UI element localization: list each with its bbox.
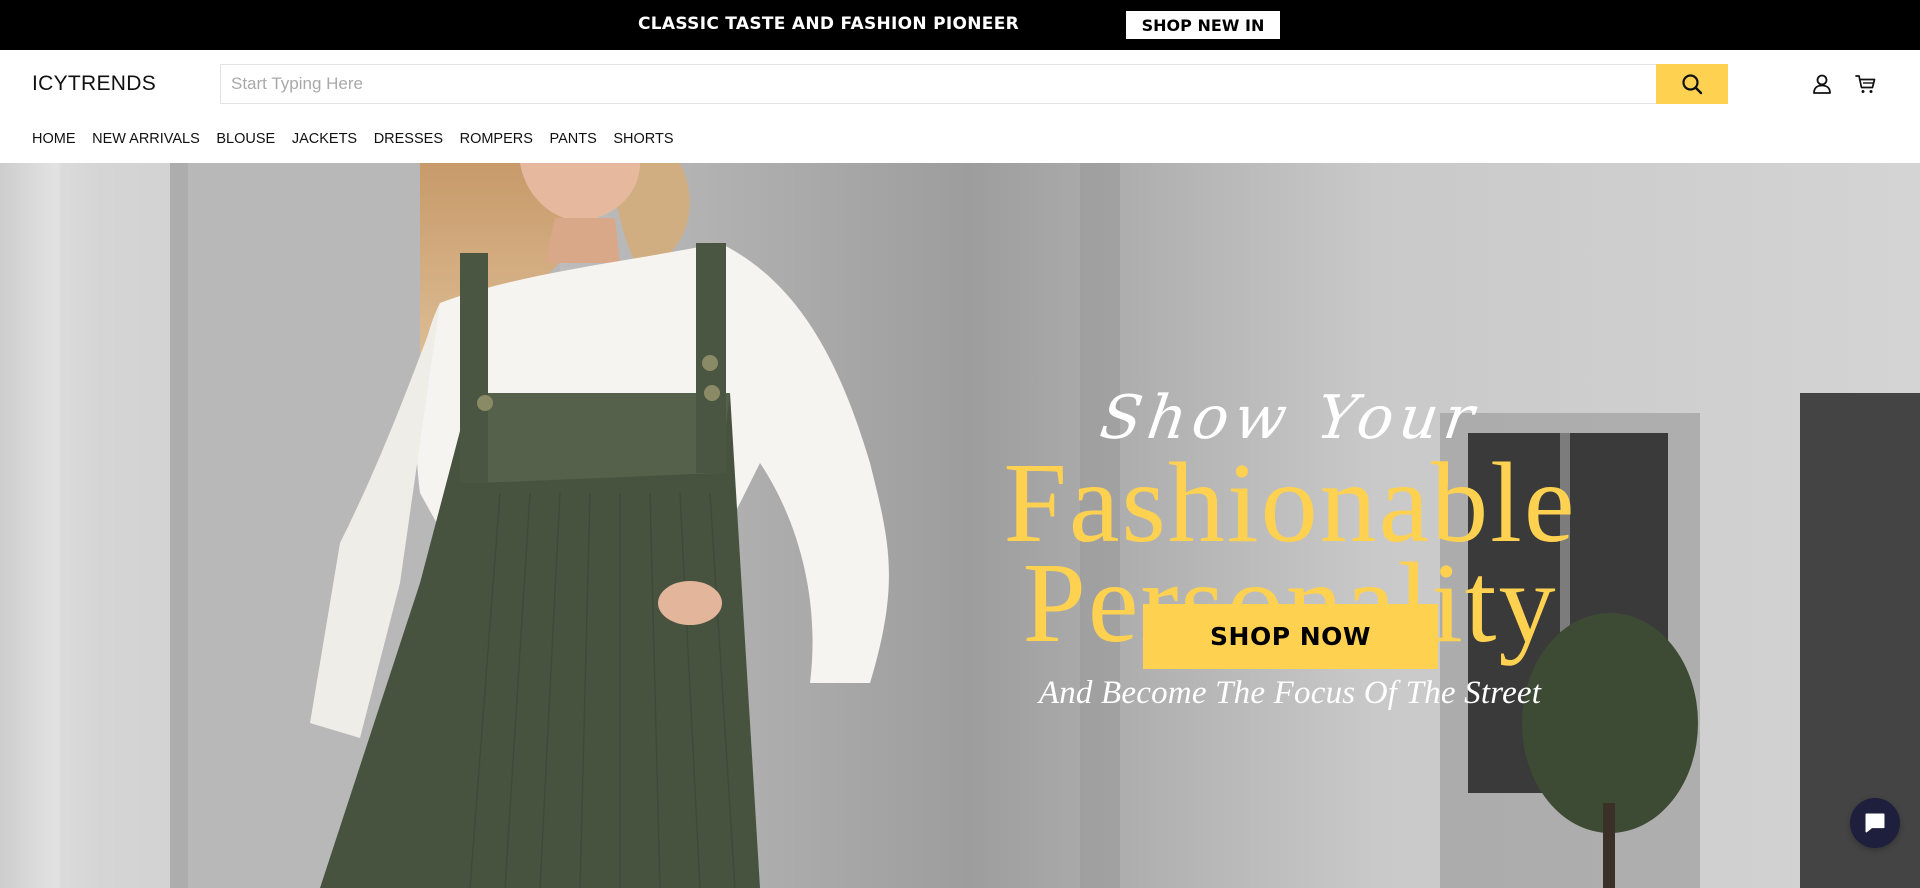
hero-subtitle: And Become The Focus Of The Street — [1038, 675, 1542, 711]
account-button[interactable] — [1808, 70, 1836, 98]
search-icon — [1682, 74, 1703, 95]
site-logo[interactable]: ICYTRENDS — [32, 72, 156, 96]
chat-button[interactable] — [1850, 798, 1900, 848]
nav-item-dresses[interactable]: DRESSES — [374, 131, 443, 151]
search-button[interactable] — [1656, 64, 1728, 104]
nav-item-shorts[interactable]: SHORTS — [613, 131, 673, 151]
hero-banner[interactable]: Show Your Fashionable Personality And Be… — [0, 163, 1920, 888]
nav-item-new-arrivals[interactable]: NEW ARRIVALS — [92, 131, 200, 151]
nav-item-pants[interactable]: PANTS — [550, 131, 597, 151]
announcement-bar: CLASSIC TASTE AND FASHION PIONEER SHOP N… — [0, 0, 1920, 50]
chat-bubble-icon — [1865, 813, 1885, 833]
shop-new-in-button[interactable]: SHOP NEW IN — [1126, 11, 1280, 39]
nav-item-blouse[interactable]: BLOUSE — [216, 131, 275, 151]
hero-title-line-1: Fashionable — [1003, 439, 1577, 566]
search-input[interactable] — [220, 64, 1656, 104]
cart-icon — [1855, 75, 1876, 93]
user-icon — [1813, 74, 1831, 94]
cart-button[interactable] — [1852, 70, 1880, 98]
announcement-text: CLASSIC TASTE AND FASHION PIONEER — [638, 14, 1020, 34]
nav-item-rompers[interactable]: ROMPERS — [460, 131, 533, 151]
nav-item-home[interactable]: HOME — [32, 131, 76, 151]
nav-item-jackets[interactable]: JACKETS — [292, 131, 357, 151]
hero-script-line: Show Your — [1096, 383, 1484, 453]
main-nav: HOME NEW ARRIVALS BLOUSE JACKETS DRESSES… — [32, 131, 690, 151]
shop-now-button[interactable]: SHOP NOW — [1143, 604, 1438, 669]
